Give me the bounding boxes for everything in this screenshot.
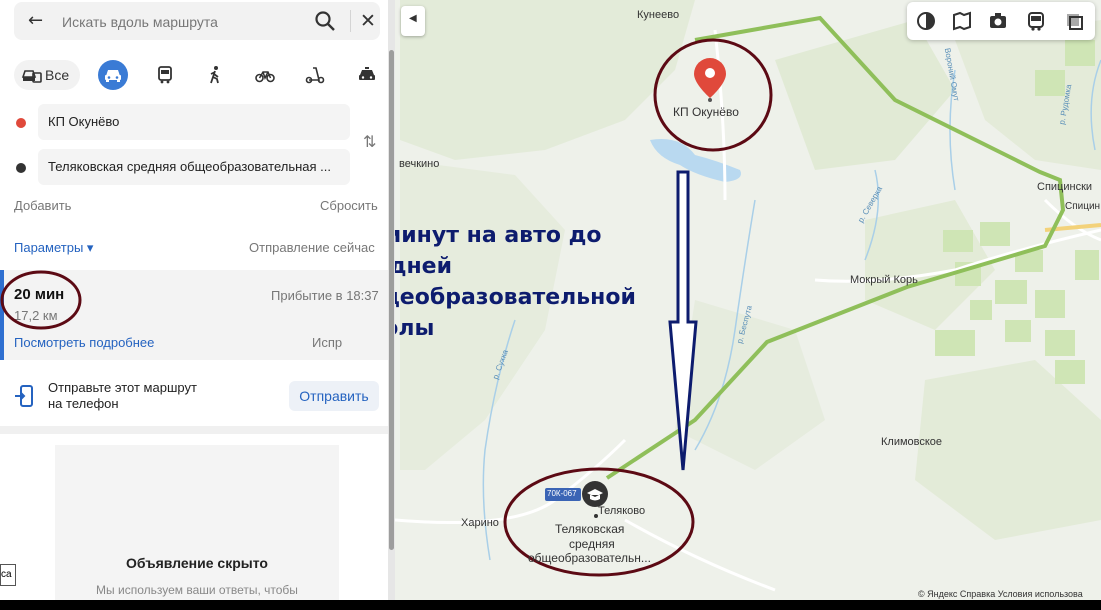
route-search-input[interactable] [60,8,294,36]
ruler-icon[interactable] [1063,10,1085,32]
label-okunevo: КП Окунёво [673,105,739,119]
scooter-icon [305,67,325,84]
scrollbar-thumb[interactable] [389,50,394,550]
fix-link[interactable]: Испр [312,335,342,350]
divider [350,10,351,32]
mode-all-label: Все [45,67,70,83]
send-text-line1: Отправьте этот маршрут [48,380,197,395]
mode-bus-button[interactable] [150,60,180,90]
bus-icon[interactable] [1025,10,1047,32]
destination-text: Теляковская средняя общеобразовательная … [48,159,331,174]
label-klimovskoe: Климовское [881,436,943,448]
label-school-2: средняя [569,537,615,551]
label-school-3: общеобразовательн... [528,551,651,565]
cut-off-label: са [0,564,16,586]
ad-subtitle: Мы используем ваши ответы, чтобы [96,583,298,597]
layers-icon[interactable] [915,10,937,32]
hidden-ad: Объявление скрыто Мы используем ваши отв… [55,445,339,600]
camera-icon[interactable] [987,10,1009,32]
swap-icon[interactable]: ⇅ [363,132,376,151]
map-toolbar [907,2,1095,40]
walking-icon [210,66,219,84]
departure-time[interactable]: Отправление сейчас [249,240,375,255]
add-point-link[interactable]: Добавить [14,198,71,213]
panorama-icon[interactable] [951,10,973,32]
map-copyright[interactable]: © Яндекс Справка Условия использова [918,589,1083,599]
label-telyakovo: Теляково [598,505,646,517]
bus-icon [158,66,172,84]
chevron-left-icon: ◀ [409,13,417,24]
mode-car-button[interactable] [98,60,128,90]
mode-taxi-button[interactable] [352,60,382,90]
annotation-text: 20 минут на авто до средней общеобразова… [345,223,636,341]
label-mokry: Мокрый Корь [850,274,918,286]
parameters-dropdown[interactable]: Параметры ▾ [14,240,93,256]
route-panel: ← ✕ Все [0,0,395,600]
road-sign: 70К-067 [547,489,577,498]
origin-dot-icon [16,118,26,128]
destination-field[interactable]: Теляковская средняя общеобразовательная … [38,149,350,185]
view-details-link[interactable]: Посмотреть подробнее [14,335,154,350]
reset-link[interactable]: Сбросить [320,198,378,213]
close-icon[interactable]: ✕ [360,10,376,32]
duration-circle [0,270,82,330]
ad-title: Объявление скрыто [126,555,268,571]
label-school-1: Теляковская [555,522,625,536]
bottom-bar [0,600,1101,610]
arrival-time: Прибытие в 18:37 [271,288,379,303]
mode-bicycle-button[interactable] [250,60,280,90]
destination-dot-icon [16,163,26,173]
label-harino: Харино [461,517,499,529]
car-icon [105,70,121,82]
origin-field[interactable]: КП Окунёво [38,104,350,140]
bicycle-icon [255,71,275,83]
transport-modes: Все [14,58,384,94]
mode-walk-button[interactable] [200,60,230,90]
origin-text: КП Окунёво [48,114,120,129]
search-icon[interactable] [314,10,336,32]
route-search-box: ← ✕ [14,2,380,40]
label-kuneevo: Кунеево [637,9,680,21]
send-text-line2: на телефон [48,396,119,411]
label-vechkino: вечкино [399,158,440,170]
label-spitsinsk: Спицински [1037,181,1093,193]
mode-scooter-button[interactable] [300,60,330,90]
multimodal-icon [21,70,42,83]
send-to-phone-icon [15,385,33,407]
divider [0,426,388,434]
mode-all-button[interactable]: Все [14,60,80,90]
collapse-panel-button[interactable]: ◀ [401,6,425,36]
taxi-icon [359,67,375,80]
send-route-button[interactable]: Отправить [289,381,379,411]
label-spitsin: Спицин [1065,201,1101,212]
back-arrow-icon[interactable]: ← [28,11,43,31]
